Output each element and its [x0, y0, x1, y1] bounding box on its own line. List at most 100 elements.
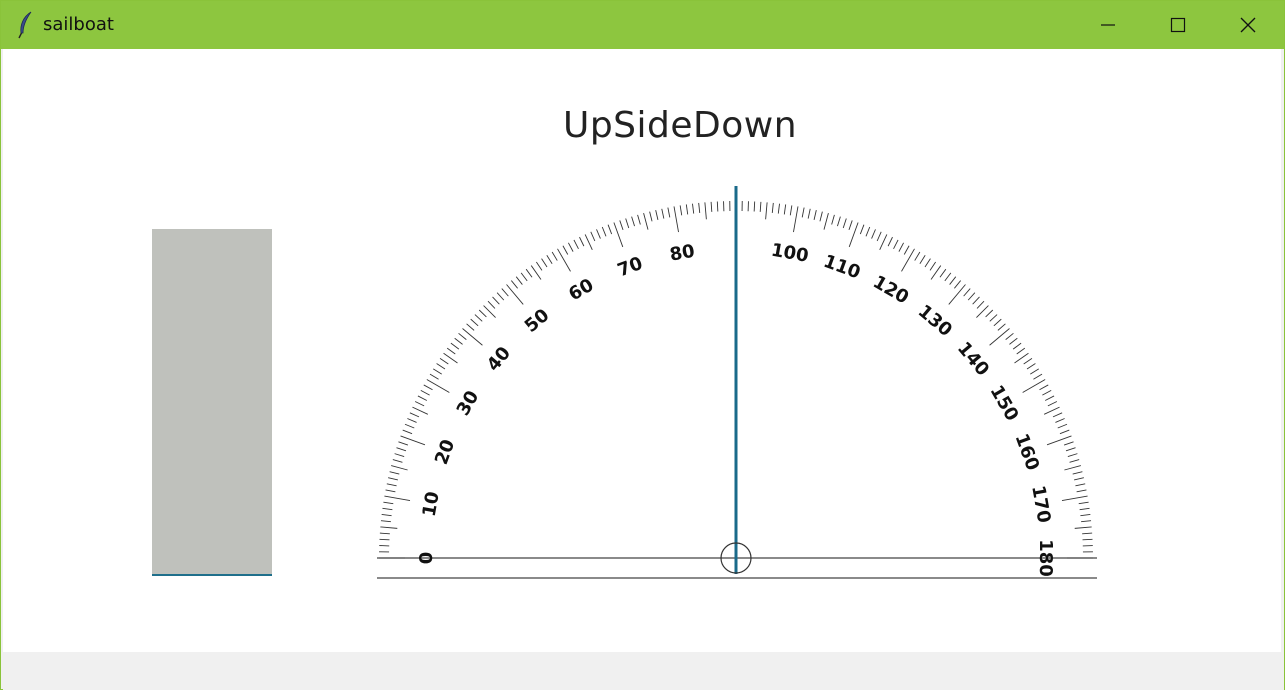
protractor-tick: [685, 204, 689, 215]
protractor-tick: [698, 202, 701, 213]
protractor-tick: [562, 245, 569, 255]
protractor-tick: [530, 265, 542, 280]
protractor-tick: [433, 368, 442, 375]
close-button[interactable]: [1213, 1, 1283, 49]
protractor-tick: [1055, 418, 1065, 423]
protractor-tick: [462, 328, 483, 346]
protractor-tick: [823, 213, 829, 230]
protractor-label: 60: [565, 275, 597, 306]
protractor-tick: [446, 347, 456, 355]
protractor-tick: [1023, 357, 1033, 365]
protractor-tick: [407, 418, 417, 423]
protractor-tick: [673, 206, 679, 233]
protractor-tick: [1075, 483, 1086, 487]
protractor-tick: [1005, 332, 1014, 340]
protractor-tick: [1081, 520, 1092, 523]
protractor-tick: [1012, 342, 1022, 350]
protractor-tick: [1033, 373, 1043, 380]
protractor-tick: [859, 224, 865, 235]
protractor-tick: [568, 242, 574, 252]
title-bar[interactable]: sailboat: [1, 1, 1284, 49]
protractor-tick: [409, 412, 420, 418]
protractor-tick: [692, 203, 695, 214]
protractor-tick: [949, 276, 957, 285]
protractor-tick: [520, 272, 528, 282]
protractor-label: 80: [668, 241, 696, 266]
protractor-tick: [541, 258, 548, 268]
protractor-tick: [1030, 368, 1039, 375]
protractor-tick: [637, 214, 641, 225]
maximize-button[interactable]: [1143, 1, 1213, 49]
protractor-tick: [901, 248, 915, 272]
protractor-tick: [420, 390, 430, 396]
protractor-tick: [389, 471, 400, 475]
protractor-tick: [753, 201, 756, 212]
protractor-tick: [1082, 532, 1093, 535]
protractor-tick: [412, 406, 429, 415]
protractor-tick: [423, 384, 433, 391]
protractor-tick: [1047, 401, 1058, 407]
protractor-tick: [939, 268, 947, 278]
protractor-tick: [777, 203, 780, 214]
protractor-tick: [954, 280, 962, 289]
protractor-tick: [458, 332, 467, 340]
protractor-tick: [667, 207, 671, 218]
protractor-label: 130: [914, 301, 956, 341]
close-icon: [1240, 17, 1256, 33]
protractor-tick: [1079, 507, 1090, 511]
protractor-tick: [506, 284, 524, 305]
protractor-tick: [1009, 337, 1018, 345]
protractor-tick: [759, 201, 762, 212]
protractor-tick: [793, 206, 799, 233]
protractor-tick: [474, 314, 483, 322]
feather-icon: [15, 11, 37, 39]
protractor-tick: [1067, 453, 1078, 457]
protractor-tick: [487, 300, 496, 309]
protractor-label: 40: [483, 343, 515, 376]
protractor-tick: [837, 216, 841, 227]
protractor-tick: [944, 272, 952, 282]
protractor-tick: [997, 323, 1006, 331]
protractor: 0 180 10 20 30 4050 60 70 80 100 110120130140150 16…: [377, 186, 1097, 579]
protractor-tick: [661, 208, 665, 219]
protractor-tick: [391, 465, 408, 471]
protractor-label: 180: [1035, 539, 1056, 577]
protractor-tick: [596, 229, 601, 239]
protractor-tick: [625, 218, 630, 229]
protractor-tick: [967, 292, 976, 301]
protractor-tick: [551, 251, 558, 261]
protractor-tick: [394, 453, 405, 457]
protractor-tick: [1065, 447, 1076, 452]
protractor-tick: [704, 202, 707, 220]
protractor-tick: [989, 328, 1010, 346]
protractor-tick: [392, 459, 403, 463]
protractor-tick: [1039, 384, 1049, 391]
protractor-tick: [993, 318, 1002, 327]
protractor-tick: [898, 242, 904, 252]
protractor-tick: [466, 323, 475, 331]
protractor-label: 0: [416, 552, 437, 565]
protractor-tick: [1043, 406, 1060, 415]
protractor-tick: [439, 357, 449, 365]
protractor-tick: [1061, 495, 1088, 501]
minimize-button[interactable]: [1073, 1, 1143, 49]
protractor-tick: [1044, 395, 1055, 401]
protractor-tick: [414, 401, 425, 407]
protractor-tick: [402, 429, 413, 435]
protractor-tick: [976, 300, 985, 309]
drawing-canvas[interactable]: UpSideDown 0 180 10 20 30 40 50 60 70 80 100 110 120…: [3, 49, 1281, 652]
protractor-tick: [501, 288, 509, 297]
protractor-tick: [819, 211, 823, 222]
protractor-label: 100: [769, 240, 810, 267]
protractor-tick: [972, 296, 980, 305]
protractor-tick: [771, 202, 774, 213]
protractor-tick: [914, 251, 921, 261]
protractor-label: 10: [419, 490, 444, 518]
protractor-tick: [590, 231, 596, 242]
protractor-tick: [579, 236, 585, 247]
protractor-tick: [1057, 423, 1068, 429]
protractor-label: 140: [953, 338, 993, 380]
protractor-label: 20: [431, 437, 459, 468]
protractor-tick: [1063, 441, 1074, 446]
protractor-tick: [470, 318, 479, 327]
